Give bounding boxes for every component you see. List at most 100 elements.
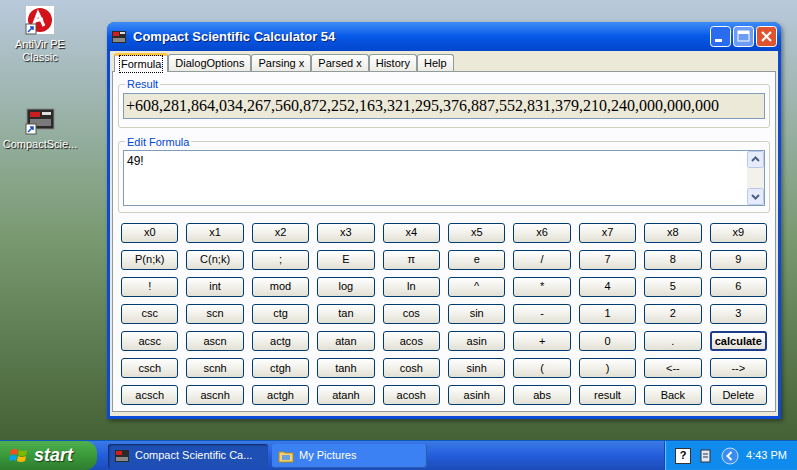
keypad-button[interactable]: cos xyxy=(383,304,440,324)
desktop-icon-label: CompactScie... xyxy=(3,138,78,151)
keypad-button[interactable]: ^ xyxy=(448,277,505,297)
keypad-button[interactable]: ascn xyxy=(186,331,243,352)
keypad-button[interactable]: 1 xyxy=(579,304,636,324)
desktop: AntiVir PE Classic CompactScie... Compact … xyxy=(0,0,797,470)
keypad-button[interactable]: x2 xyxy=(252,223,309,243)
keypad-button[interactable]: x5 xyxy=(448,223,505,243)
keypad-button[interactable]: ! xyxy=(121,277,178,297)
keypad-button[interactable]: 6 xyxy=(710,277,767,297)
keypad-button[interactable]: ascnh xyxy=(186,385,243,405)
calculator-icon xyxy=(114,448,130,464)
keypad-button[interactable]: P(n;k) xyxy=(121,250,178,270)
formula-group: Edit Formula49! xyxy=(118,134,770,214)
keypad-button[interactable]: x4 xyxy=(383,223,440,243)
tab[interactable]: Parsed x xyxy=(311,54,368,71)
keypad-button[interactable]: 7 xyxy=(579,250,636,270)
keypad-button[interactable]: csch xyxy=(121,358,178,378)
keypad-button[interactable]: <-- xyxy=(644,358,701,378)
keypad-button[interactable]: csc xyxy=(121,304,178,324)
keypad-button[interactable]: int xyxy=(186,277,243,297)
keypad-button[interactable]: acsc xyxy=(121,331,178,352)
tab[interactable]: Parsing x xyxy=(251,54,311,71)
keypad-button[interactable]: asinh xyxy=(448,385,505,405)
keypad-button[interactable]: E xyxy=(317,250,374,270)
keypad-button[interactable]: 9 xyxy=(710,250,767,270)
start-button[interactable]: start xyxy=(0,441,97,470)
keypad-button[interactable]: x9 xyxy=(710,223,767,243)
keypad-button[interactable]: x7 xyxy=(579,223,636,243)
desktop-icon-label: AntiVir PE Classic xyxy=(2,38,78,64)
formula-text[interactable]: 49! xyxy=(124,151,747,205)
taskbar-button[interactable]: Compact Scientific Ca... xyxy=(108,444,268,468)
keypad-button[interactable]: atanh xyxy=(317,385,374,405)
taskbar-button[interactable]: My Pictures xyxy=(272,444,427,468)
minimize-icon xyxy=(710,26,731,47)
keypad-button[interactable]: calculate xyxy=(710,331,767,352)
tab[interactable]: History xyxy=(369,54,417,71)
keypad-button[interactable]: acos xyxy=(383,331,440,352)
scrollbar[interactable] xyxy=(747,151,764,205)
help-tray-button[interactable]: ? xyxy=(675,448,691,464)
keypad-button[interactable]: ; xyxy=(252,250,309,270)
keypad-button[interactable]: x3 xyxy=(317,223,374,243)
keypad-button[interactable]: cosh xyxy=(383,358,440,378)
keypad-button[interactable]: ctgh xyxy=(252,358,309,378)
keypad-button[interactable]: 2 xyxy=(644,304,701,324)
keypad-button[interactable]: sin xyxy=(448,304,505,324)
desktop-icon[interactable]: CompactScie... xyxy=(2,104,78,151)
keypad-button[interactable]: ( xyxy=(513,358,570,378)
keypad-button[interactable]: x6 xyxy=(513,223,570,243)
keypad-button[interactable]: / xyxy=(513,250,570,270)
keypad-button[interactable]: tan xyxy=(317,304,374,324)
keypad-button[interactable]: ) xyxy=(579,358,636,378)
keypad-button[interactable]: tanh xyxy=(317,358,374,378)
keypad-button[interactable]: + xyxy=(513,331,570,352)
keypad-button[interactable]: ln xyxy=(383,277,440,297)
keypad-button[interactable]: abs xyxy=(513,385,570,405)
keypad-button[interactable]: result xyxy=(579,385,636,405)
tab[interactable]: Formula xyxy=(114,53,168,72)
keypad-button[interactable]: Back xyxy=(644,385,701,405)
keypad-button[interactable]: * xyxy=(513,277,570,297)
tab-panel: Result+608,281,864,034,267,560,872,252,1… xyxy=(112,71,776,412)
keypad-button[interactable]: ctg xyxy=(252,304,309,324)
keypad-button[interactable]: 3 xyxy=(710,304,767,324)
keypad-button[interactable]: scn xyxy=(186,304,243,324)
keypad-button[interactable]: C(n;k) xyxy=(186,250,243,270)
keypad-button[interactable]: x0 xyxy=(121,223,178,243)
keypad-button[interactable]: . xyxy=(644,331,701,352)
start-label: start xyxy=(34,442,73,469)
desktop-icon[interactable]: AntiVir PE Classic xyxy=(2,4,78,64)
keypad-button[interactable]: scnh xyxy=(186,358,243,378)
keypad-button[interactable]: 8 xyxy=(644,250,701,270)
keypad-button[interactable]: 4 xyxy=(579,277,636,297)
keypad-button[interactable]: acsch xyxy=(121,385,178,405)
tab-strip: FormulaDialogOptionsParsing xParsed xHis… xyxy=(112,52,776,71)
calculator-icon xyxy=(24,104,56,136)
keypad-button[interactable]: Delete xyxy=(710,385,767,405)
tab[interactable]: Help xyxy=(417,54,454,71)
keypad-button[interactable]: log xyxy=(317,277,374,297)
keypad-button[interactable]: x1 xyxy=(186,223,243,243)
keypad-button[interactable]: --> xyxy=(710,358,767,378)
keypad-button[interactable]: asin xyxy=(448,331,505,352)
formula-editor[interactable]: 49! xyxy=(123,150,765,206)
keypad-button[interactable]: acosh xyxy=(383,385,440,405)
network-icon xyxy=(698,448,714,464)
keypad-button[interactable]: e xyxy=(448,250,505,270)
app-icon xyxy=(111,29,127,45)
keypad-button[interactable]: π xyxy=(383,250,440,270)
keypad-button[interactable]: atan xyxy=(317,331,374,352)
keypad-button[interactable]: - xyxy=(513,304,570,324)
keypad-button[interactable]: 0 xyxy=(579,331,636,352)
tab[interactable]: DialogOptions xyxy=(168,54,251,71)
keypad-button[interactable]: actgh xyxy=(252,385,309,405)
taskbar: start Compact Scientific Ca...My Pictures… xyxy=(0,440,797,470)
show-hidden-icons-icon xyxy=(721,447,739,465)
keypad-button[interactable]: x8 xyxy=(644,223,701,243)
keypad-button[interactable]: 5 xyxy=(644,277,701,297)
keypad-button[interactable]: actg xyxy=(252,331,309,352)
keypad-button[interactable]: sinh xyxy=(448,358,505,378)
keypad: x0 x1 x2 x3 x4 x5 x6 x7 x8 x9 P(n;k) C(n;k); Eπe / 789… xyxy=(118,223,770,406)
keypad-button[interactable]: mod xyxy=(252,277,309,297)
